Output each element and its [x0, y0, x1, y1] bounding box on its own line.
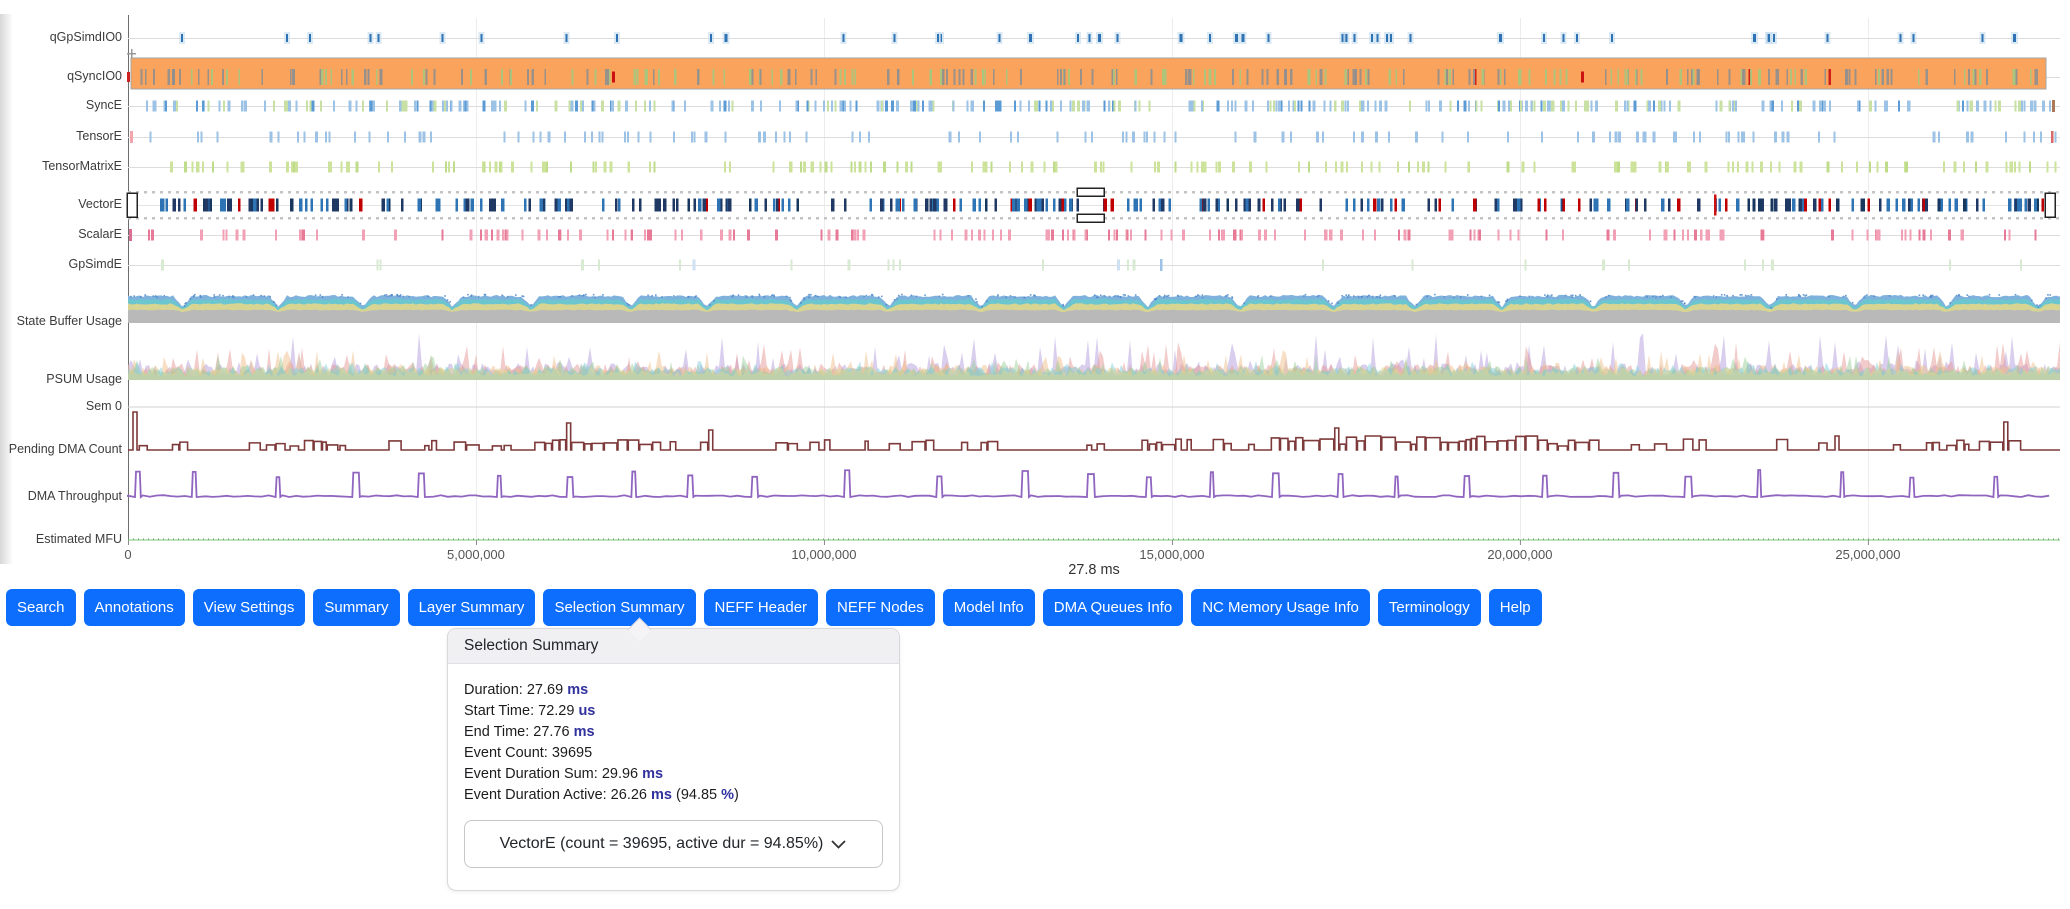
x-tick-label: 15,000,000 [1139, 547, 1204, 562]
engine-summary-dropdown-label: VectorE (count = 39695, active dur = 94.… [500, 835, 824, 853]
track-label-scalare: ScalarE [78, 226, 122, 243]
x-tick-label: 5,000,000 [447, 547, 505, 562]
gridlines [476, 18, 1868, 540]
x-tick-label: 25,000,000 [1835, 547, 1900, 562]
toolbar-button-summary[interactable]: Summary [313, 589, 399, 626]
toolbar-button-view-settings[interactable]: View Settings [193, 589, 306, 626]
x-tick-label: 0 [124, 547, 131, 562]
track-label-vectore: VectorE [78, 196, 122, 213]
track-qgpsimdio0 [128, 32, 2060, 44]
toolbar-button-terminology[interactable]: Terminology [1378, 589, 1481, 626]
track-labels: qGpSimdIO0 qSyncIO0 SyncE TensorE TensorMatr… [0, 0, 125, 560]
track-synce [128, 100, 2060, 112]
stat-line: Start Time: 72.29 us [464, 701, 883, 722]
track-estimated-mfu [128, 539, 2060, 540]
track-vectore [127, 188, 2060, 222]
selection-summary-panel: Selection Summary Duration: 27.69 msStar… [447, 628, 900, 891]
track-label-estimated-mfu: Estimated MFU [36, 531, 122, 548]
track-label-qsyncio0: qSyncIO0 [67, 68, 122, 85]
selection-handle-left[interactable] [127, 193, 137, 217]
toolbar-button-selection-summary[interactable]: Selection Summary [543, 589, 695, 626]
toolbar-button-help[interactable]: Help [1489, 589, 1542, 626]
track-qsyncio0 [127, 49, 2060, 89]
track-tensore [128, 131, 2060, 143]
track-label-qgpsimdio0: qGpSimdIO0 [50, 29, 122, 46]
toolbar: SearchAnnotationsView SettingsSummaryLay… [6, 589, 1542, 626]
selection-stats: Duration: 27.69 msStart Time: 72.29 usEn… [464, 680, 883, 806]
track-tensormatrixe [128, 162, 2060, 173]
toolbar-button-model-info[interactable]: Model Info [943, 589, 1035, 626]
panel-title: Selection Summary [448, 629, 899, 664]
axis-duration-label: 27.8 ms [984, 562, 1204, 578]
stat-line: Event Count: 39695 [464, 743, 883, 764]
track-label-sem-0: Sem 0 [86, 398, 122, 415]
track-label-pending-dma-count: Pending DMA Count [9, 441, 122, 458]
track-dma-throughput [128, 470, 2049, 497]
x-tick-label: 10,000,000 [791, 547, 856, 562]
track-state-buffer-usage [128, 294, 2060, 323]
x-axis: 0 5,000,000 10,000,000 15,000,000 20,000,000… [124, 540, 1900, 562]
timeline-canvas[interactable]: 0 5,000,000 10,000,000 15,000,000 20,000,000… [0, 0, 2070, 585]
selection-handle-right[interactable] [2045, 193, 2055, 217]
selection-handle-top[interactable] [1077, 188, 1104, 196]
track-label-tensormatrixe: TensorMatrixE [42, 158, 122, 175]
stat-line: Event Duration Active: 26.26 ms (94.85 %… [464, 785, 883, 806]
stat-line: Duration: 27.69 ms [464, 680, 883, 701]
x-tick-label: 20,000,000 [1487, 547, 1552, 562]
toolbar-button-nc-memory-usage-info[interactable]: NC Memory Usage Info [1191, 589, 1370, 626]
track-label-psum-usage: PSUM Usage [46, 371, 122, 388]
stat-line: Event Duration Sum: 29.96 ms [464, 764, 883, 785]
track-gpsimde [128, 259, 2060, 271]
track-pending-dma-count [128, 412, 2060, 450]
track-label-dma-throughput: DMA Throughput [28, 488, 122, 505]
stat-line: End Time: 27.76 ms [464, 722, 883, 743]
track-psum-usage [128, 333, 2060, 380]
track-label-gpsimde: GpSimdE [69, 256, 123, 273]
toolbar-button-neff-header[interactable]: NEFF Header [704, 589, 819, 626]
track-label-synce: SyncE [86, 97, 122, 114]
track-label-state-buffer-usage: State Buffer Usage [17, 313, 122, 330]
toolbar-button-search[interactable]: Search [6, 589, 76, 626]
timeline-chart: 0 5,000,000 10,000,000 15,000,000 20,000,000… [0, 0, 2070, 585]
toolbar-button-annotations[interactable]: Annotations [84, 589, 185, 626]
chevron-down-icon [830, 837, 847, 855]
panel-body: Duration: 27.69 msStart Time: 72.29 usEn… [448, 664, 899, 890]
engine-summary-dropdown[interactable]: VectorE (count = 39695, active dur = 94.… [464, 820, 883, 868]
selection-handle-bottom[interactable] [1077, 214, 1104, 222]
toolbar-button-dma-queues-info[interactable]: DMA Queues Info [1043, 589, 1183, 626]
toolbar-button-layer-summary[interactable]: Layer Summary [408, 589, 536, 626]
track-scalare [128, 229, 2060, 241]
track-label-tensore: TensorE [76, 128, 122, 145]
toolbar-button-neff-nodes[interactable]: NEFF Nodes [826, 589, 935, 626]
